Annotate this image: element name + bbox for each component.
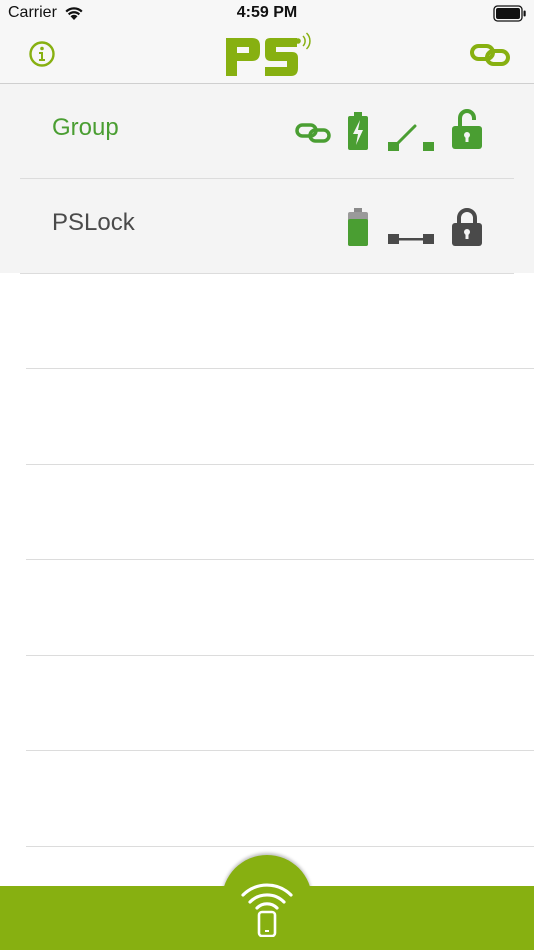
- row-separator: [26, 655, 534, 656]
- list-item-group[interactable]: Group: [0, 84, 534, 179]
- ps-logo: [226, 32, 311, 76]
- row-separator: [26, 464, 534, 465]
- navigation-bar: [0, 28, 534, 84]
- lock-closed-icon: [452, 208, 482, 246]
- battery-icon: [493, 5, 526, 22]
- battery-icon: [348, 208, 368, 246]
- link-icon[interactable]: [470, 43, 510, 67]
- clock: 4:59 PM: [236, 4, 298, 21]
- battery-charging-icon: [348, 112, 368, 150]
- info-icon[interactable]: [28, 40, 56, 68]
- switch-open-icon: [388, 124, 434, 151]
- row-separator: [26, 559, 534, 560]
- row-label-pslock: PSLock: [52, 209, 135, 236]
- lock-open-icon: [452, 109, 482, 149]
- row-separator: [26, 750, 534, 751]
- status-bar: Carrier 4:59 PM: [0, 0, 534, 28]
- row-label-group: Group: [52, 114, 119, 141]
- row-separator: [20, 273, 514, 274]
- scan-bluetooth-phone-icon[interactable]: [241, 877, 293, 937]
- switch-closed-icon: [388, 234, 434, 244]
- list-item-pslock[interactable]: PSLock: [0, 179, 534, 274]
- row-separator: [26, 846, 534, 847]
- link-icon: [295, 123, 331, 143]
- row-separator: [26, 368, 534, 369]
